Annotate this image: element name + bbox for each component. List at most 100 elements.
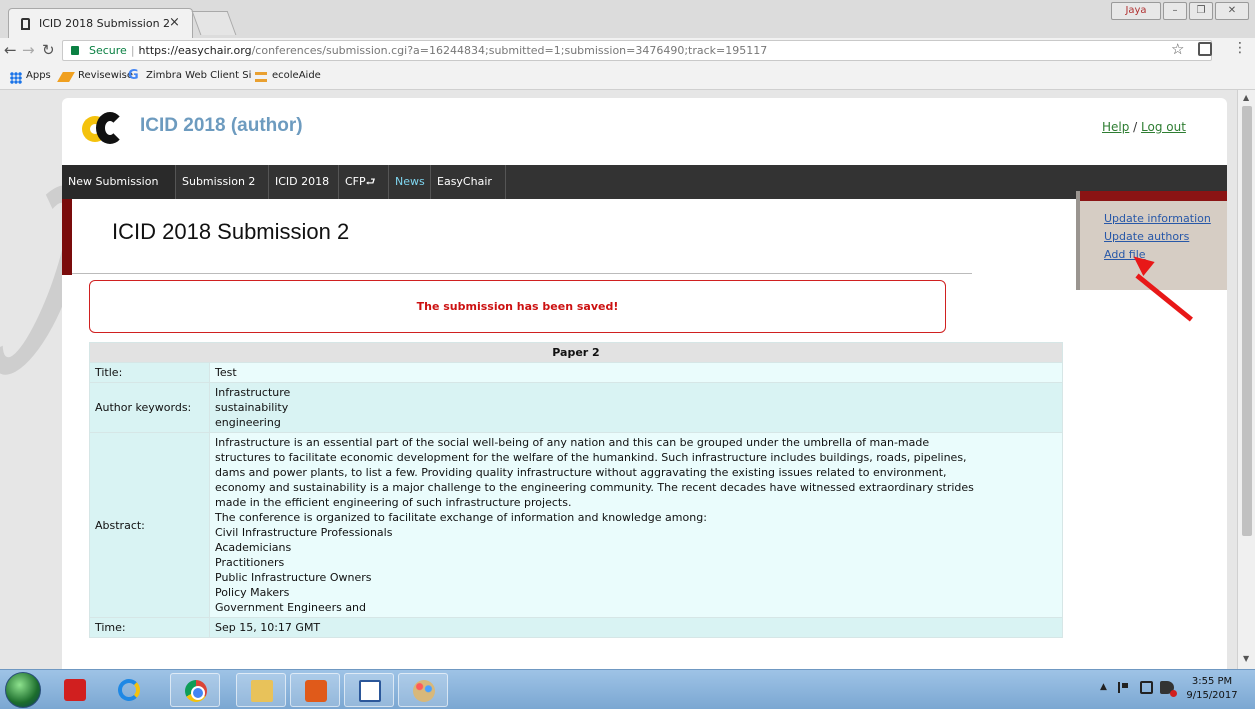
bookmarks-bar: Apps Revisewise G Zimbra Web Client Si e… — [0, 64, 1255, 90]
forward-arrow-icon[interactable]: → — [22, 41, 35, 59]
taskbar-paint[interactable] — [398, 673, 448, 707]
volume-muted-icon[interactable] — [1160, 681, 1177, 697]
clock-time: 3:55 PM — [1191, 676, 1233, 687]
taskbar-chrome[interactable] — [170, 673, 220, 707]
reload-icon[interactable]: ↻ — [42, 41, 55, 59]
update-authors-link[interactable]: Update authors — [1104, 230, 1189, 243]
taskbar-explorer[interactable] — [236, 673, 286, 707]
new-tab-button[interactable] — [191, 11, 237, 35]
abstract-line: Government Engineers and — [215, 601, 367, 614]
time-value: Sep 15, 10:17 GMT — [209, 617, 1063, 638]
abstract-line: Academicians — [215, 541, 292, 554]
abstract-line: Practitioners — [215, 556, 285, 569]
start-button[interactable] — [5, 672, 41, 708]
nav-icid-2018[interactable]: ICID 2018 — [269, 165, 339, 199]
nav-easychair[interactable]: EasyChair — [431, 165, 506, 199]
logo-black-arc — [96, 112, 124, 144]
abstract-value: Infrastructure is an essential part of t… — [209, 432, 1063, 618]
left-accent-bar — [62, 199, 72, 275]
table-row-abstract: Abstract: Infrastructure is an essential… — [89, 432, 1063, 618]
internet-explorer-icon — [118, 679, 140, 701]
page-favicon-icon — [21, 18, 30, 30]
folder-icon — [251, 680, 273, 702]
page-title: ICID 2018 Submission 2 — [112, 219, 350, 244]
word-icon — [359, 680, 381, 702]
easychair-logo[interactable] — [82, 112, 124, 144]
minimize-icon[interactable]: – — [1163, 2, 1187, 20]
taskbar-ie[interactable] — [104, 673, 154, 707]
abstract-line: dams and power plants, to list a few. Pr… — [215, 466, 947, 479]
bookmark-revisewise[interactable]: Revisewise — [78, 70, 133, 81]
apps-grid-icon — [10, 72, 22, 84]
network-icon[interactable] — [1140, 681, 1153, 694]
bookmark-apps[interactable]: Apps — [26, 70, 51, 81]
taskbar-word[interactable] — [344, 673, 394, 707]
table-row-title: Title: Test — [89, 362, 1063, 383]
return-arrow-icon: ⮐ — [365, 175, 376, 188]
google-icon: G — [128, 68, 139, 83]
title-label: Title: — [89, 362, 210, 383]
abstract-line: Public Infrastructure Owners — [215, 571, 372, 584]
revisewise-icon — [57, 72, 75, 82]
scroll-up-icon[interactable]: ▲ — [1243, 93, 1249, 102]
page-viewport: ICID 2018 (author) Help / Log out New Su… — [0, 90, 1237, 669]
windows-taskbar: ▲ 3:55 PM 9/15/2017 — [0, 669, 1255, 709]
abstract-line: Civil Infrastructure Professionals — [215, 526, 393, 539]
nav-news[interactable]: News — [389, 165, 431, 199]
browser-tab[interactable]: ICID 2018 Submission 2 × — [8, 8, 193, 38]
abstract-line: economy and sustainability is a major ch… — [215, 481, 974, 494]
help-link[interactable]: Help — [1102, 120, 1129, 134]
taskbar-media[interactable] — [290, 673, 340, 707]
url-path: /conferences/submission.cgi?a=16244834;s… — [251, 44, 768, 57]
logout-link[interactable]: Log out — [1141, 120, 1186, 134]
heading-divider — [72, 273, 972, 274]
vertical-scrollbar[interactable]: ▲ ▼ — [1237, 90, 1255, 669]
chrome-icon — [185, 680, 207, 702]
keywords-value: Infrastructure sustainability engineerin… — [209, 382, 1063, 433]
title-value: Test — [209, 362, 1063, 383]
tab-title: ICID 2018 Submission 2 — [39, 17, 171, 30]
scroll-down-icon[interactable]: ▼ — [1243, 654, 1249, 663]
action-panel: Update information Update authors Add fi… — [1076, 191, 1227, 290]
lock-icon — [71, 46, 79, 55]
bookmark-zimbra[interactable]: Zimbra Web Client Si — [146, 70, 251, 81]
media-player-icon — [305, 680, 327, 702]
page-content: ICID 2018 (author) Help / Log out New Su… — [62, 98, 1227, 669]
update-information-link[interactable]: Update information — [1104, 212, 1211, 225]
keyword: sustainability — [215, 401, 289, 414]
acrobat-icon — [64, 679, 86, 701]
window-user-badge[interactable]: Jaya — [1111, 2, 1161, 20]
abstract-line: Infrastructure is an essential part of t… — [215, 436, 930, 449]
back-arrow-icon[interactable]: ← — [4, 41, 17, 59]
help-logout-links: Help / Log out — [1102, 120, 1186, 134]
extension-icon[interactable] — [1198, 42, 1212, 56]
keyword: engineering — [215, 416, 281, 429]
secure-label: Secure — [89, 44, 127, 57]
abstract-line: made in the efficient engineering of suc… — [215, 496, 572, 509]
nav-cfp[interactable]: CFP⮐ — [339, 165, 389, 199]
bookmark-star-icon[interactable]: ☆ — [1171, 40, 1184, 58]
browser-titlebar: ICID 2018 Submission 2 × Jaya – ❐ ✕ — [0, 0, 1255, 38]
action-center-flag-icon[interactable] — [1118, 682, 1128, 693]
abstract-line: The conference is organized to facilitat… — [215, 511, 707, 524]
window-close-icon[interactable]: ✕ — [1215, 2, 1249, 20]
maximize-icon[interactable]: ❐ — [1189, 2, 1213, 20]
tab-close-icon[interactable]: × — [169, 15, 180, 30]
scroll-thumb[interactable] — [1242, 106, 1252, 536]
browser-menu-icon[interactable]: ⋮ — [1233, 40, 1247, 56]
tray-expand-icon[interactable]: ▲ — [1100, 682, 1107, 692]
nav-submission-2[interactable]: Submission 2 — [176, 165, 269, 199]
address-bar[interactable]: Secure | https://easychair.org/conferences… — [62, 40, 1212, 61]
table-row-keywords: Author keywords: Infrastructure sustaina… — [89, 382, 1063, 433]
abstract-line: structures to facilitate economic develo… — [215, 451, 967, 464]
paper-details-table: Paper 2 Title: Test Author keywords: Inf… — [89, 342, 1063, 638]
taskbar-clock[interactable]: 3:55 PM 9/15/2017 — [1182, 675, 1242, 703]
link-separator: / — [1129, 120, 1142, 134]
main-nav: New Submission Submission 2 ICID 2018 CF… — [62, 165, 1227, 199]
taskbar-acrobat[interactable] — [50, 673, 100, 707]
nav-cfp-label: CFP — [345, 175, 366, 188]
abstract-label: Abstract: — [89, 432, 210, 618]
bookmark-ecoleaide[interactable]: ecoleAide — [272, 70, 321, 81]
nav-new-submission[interactable]: New Submission — [62, 165, 176, 199]
time-label: Time: — [89, 617, 210, 638]
